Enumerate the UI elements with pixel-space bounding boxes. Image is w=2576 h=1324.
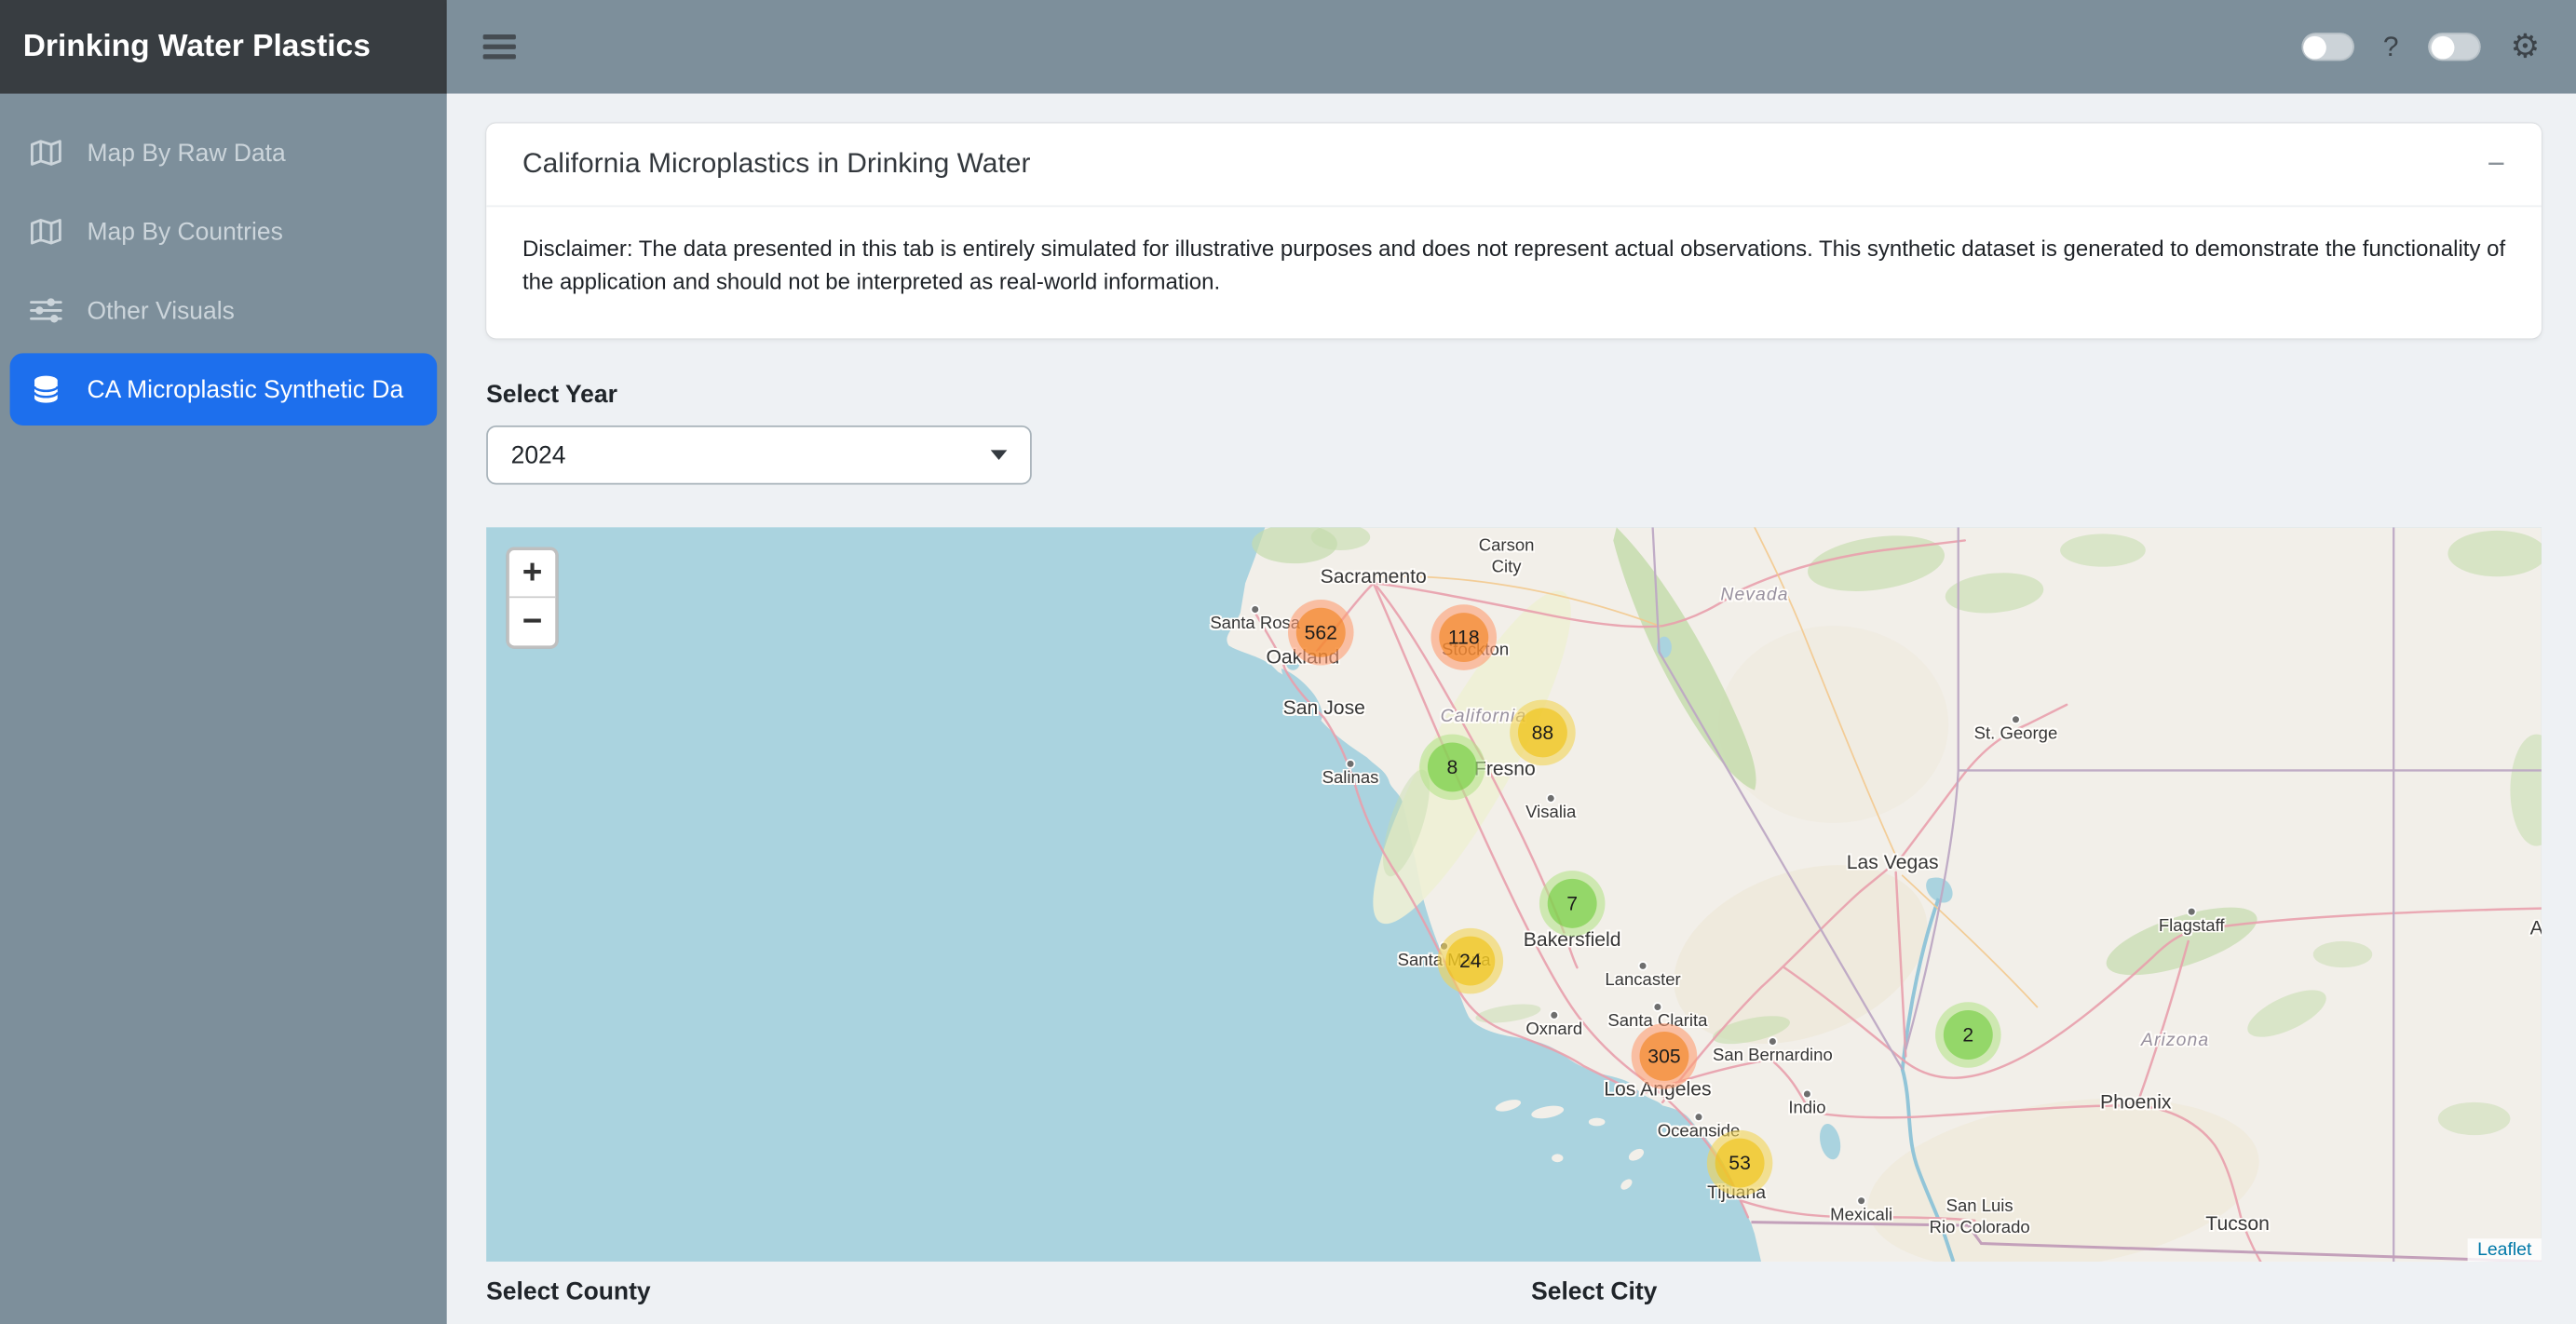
disclaimer-text: Disclaimer: The data presented in this t… (522, 234, 2505, 300)
map-cluster-marker-8[interactable]: 8 (1419, 735, 1485, 801)
year-select[interactable]: 2024 (486, 426, 1032, 485)
map-zoom-control: + − (506, 547, 558, 649)
map-cluster-marker-24[interactable]: 24 (1438, 928, 1504, 994)
map-city-dot (1769, 1038, 1776, 1045)
info-card: California Microplastics in Drinking Wat… (486, 123, 2542, 339)
cluster-count: 8 (1428, 743, 1477, 792)
cluster-count: 24 (1445, 937, 1495, 986)
card-title: California Microplastics in Drinking Wat… (522, 148, 1031, 181)
select-county-label: Select County (486, 1278, 1531, 1306)
map-tiles-graphic (486, 528, 2542, 1263)
cluster-count: 305 (1640, 1032, 1689, 1081)
leaflet-attribution-link[interactable]: Leaflet (2477, 1240, 2531, 1260)
app-stage: Drinking Water Plastics Map By Raw DataM… (0, 0, 2576, 1324)
sidebar-item-label: Other Visuals (87, 296, 234, 324)
cluster-count: 118 (1439, 613, 1488, 662)
sidebar-item-label: Map By Raw Data (87, 139, 285, 167)
cluster-count: 7 (1548, 879, 1597, 928)
sidebar-item-label: CA Microplastic Synthetic Da (87, 375, 403, 403)
map-city-dot (1548, 795, 1554, 802)
map[interactable]: Carson CitySacramentoNevadaSanta RosaSto… (486, 528, 2542, 1263)
map-city-dot (1640, 963, 1647, 969)
navbar-toggle-1[interactable] (2301, 33, 2353, 61)
bottom-filter-labels: Select County Select City (486, 1278, 2542, 1306)
map-icon (30, 138, 66, 168)
map-city-dot (1654, 1004, 1661, 1010)
hamburger-icon (483, 34, 516, 39)
map-cluster-marker-88[interactable]: 88 (1510, 700, 1576, 766)
app-window: Drinking Water Plastics Map By Raw DataM… (0, 0, 2576, 1324)
cluster-count: 2 (1944, 1010, 1993, 1060)
card-body: Disclaimer: The data presented in this t… (486, 207, 2542, 339)
collapse-card-button[interactable]: − (2488, 149, 2506, 181)
map-city-dot (2013, 717, 2019, 723)
zoom-in-button[interactable]: + (509, 550, 555, 598)
map-city-dot (1858, 1198, 1864, 1205)
database-icon (30, 374, 66, 404)
map-city-dot (1695, 1115, 1702, 1121)
select-city-label: Select City (1531, 1278, 2576, 1306)
year-select-value: 2024 (511, 441, 566, 469)
map-cluster-marker-2[interactable]: 2 (1935, 1003, 2001, 1069)
caret-down-icon (991, 451, 1008, 461)
toggle-knob (2303, 35, 2326, 59)
sidebar-item-ca-microplastic-synthetic-data[interactable]: CA Microplastic Synthetic Da (10, 353, 438, 426)
zoom-out-button[interactable]: − (509, 599, 555, 646)
sidebar-item-map-by-raw-data[interactable]: Map By Raw Data (10, 116, 438, 189)
city-field: Select City (1531, 1278, 2576, 1306)
main-area: ? ⚙ California Microplastics in Drinking… (447, 0, 2576, 1324)
map-city-dot (2189, 909, 2195, 915)
content-area: California Microplastics in Drinking Wat… (447, 94, 2576, 1324)
map-cluster-marker-7[interactable]: 7 (1539, 871, 1606, 937)
map-city-dot (1252, 606, 1258, 613)
gear-icon: ⚙ (2511, 29, 2541, 65)
navbar-toggle-2[interactable] (2428, 33, 2480, 61)
map-cluster-marker-305[interactable]: 305 (1632, 1024, 1698, 1090)
cluster-count: 562 (1296, 608, 1346, 657)
app-title: Drinking Water Plastics (0, 0, 447, 94)
sidebar: Drinking Water Plastics Map By Raw DataM… (0, 0, 447, 1324)
map-cluster-marker-118[interactable]: 118 (1430, 605, 1497, 671)
county-field: Select County (486, 1278, 1531, 1306)
navbar: ? ⚙ (447, 0, 2576, 94)
map-city-dot (1348, 761, 1354, 767)
year-field: Select Year 2024 (486, 382, 2542, 485)
help-button[interactable]: ? (2383, 31, 2399, 63)
map-city-dot (1551, 1012, 1557, 1019)
select-year-label: Select Year (486, 382, 2542, 410)
sidebar-menu: Map By Raw Data Map By Countries Other Vis… (0, 94, 447, 449)
map-icon (30, 217, 66, 247)
map-cluster-marker-53[interactable]: 53 (1707, 1130, 1773, 1196)
map-attribution: Leaflet (2468, 1239, 2542, 1263)
sidebar-toggle-button[interactable] (483, 29, 520, 64)
cluster-count: 88 (1518, 709, 1567, 758)
sidebar-item-map-by-countries[interactable]: Map By Countries (10, 196, 438, 268)
sidebar-item-other-visuals[interactable]: Other Visuals (10, 275, 438, 347)
card-header: California Microplastics in Drinking Wat… (486, 123, 2542, 207)
settings-button[interactable]: ⚙ (2511, 31, 2541, 63)
sliders-icon (30, 296, 66, 326)
map-cluster-marker-562[interactable]: 562 (1288, 600, 1354, 666)
toggle-knob (2431, 35, 2454, 59)
sidebar-item-label: Map By Countries (87, 218, 282, 246)
map-city-dot (1804, 1091, 1810, 1098)
navbar-controls: ? ⚙ (2301, 31, 2541, 63)
cluster-count: 53 (1715, 1139, 1765, 1188)
